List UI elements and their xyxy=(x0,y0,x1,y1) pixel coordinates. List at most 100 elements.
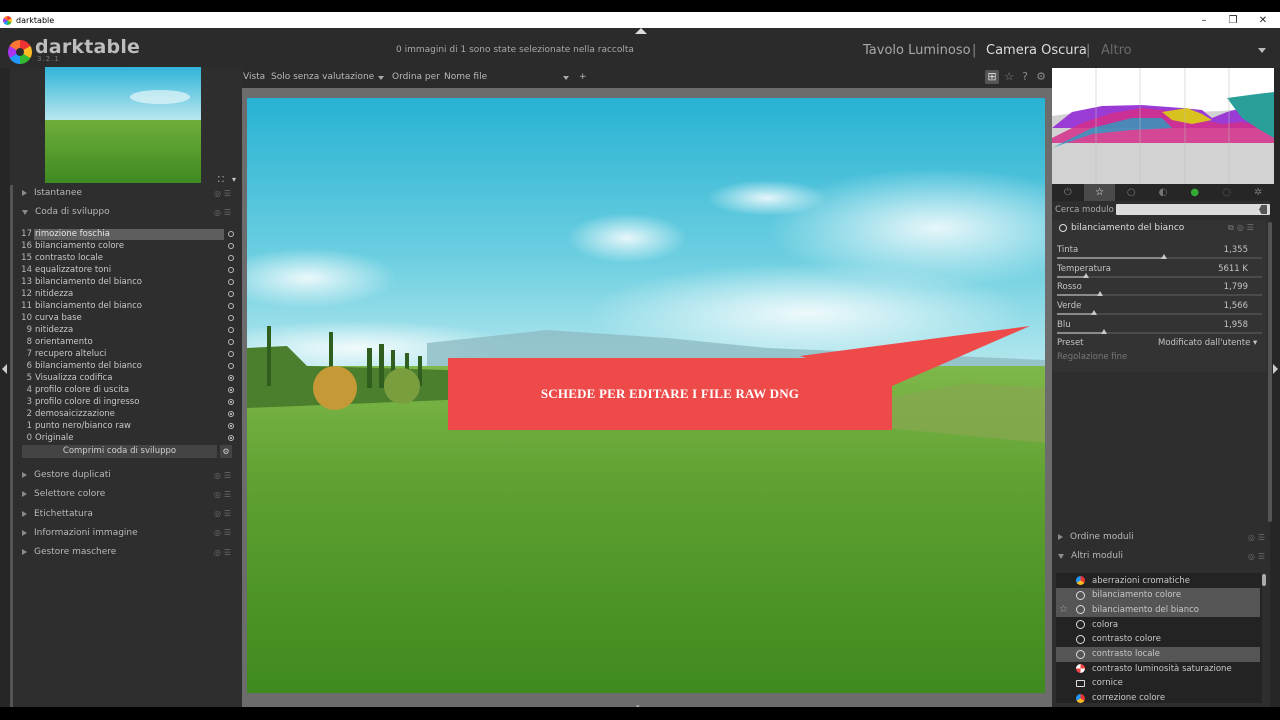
slider-track[interactable] xyxy=(1057,254,1262,259)
power-icon[interactable] xyxy=(1059,224,1067,232)
section-color-picker[interactable]: Selettore colore ◎☰ xyxy=(14,485,238,503)
history-item[interactable]: 8 orientamento xyxy=(14,336,238,348)
slider-value[interactable]: 1,958 xyxy=(1168,320,1248,330)
tone-circle-icon[interactable]: ◐ xyxy=(1147,184,1179,201)
correct-icon[interactable]: ◌ xyxy=(1211,184,1243,201)
history-item[interactable]: 4 profilo colore di uscita xyxy=(14,384,238,396)
history-item[interactable]: 6 bilanciamento del bianco xyxy=(14,360,238,372)
section-duplicate-manager[interactable]: Gestore duplicati ◎☰ xyxy=(14,466,238,484)
preset-select[interactable]: Modificato dall'utente ▾ xyxy=(1158,338,1257,348)
slider-handle[interactable] xyxy=(1160,254,1167,259)
section-reset-icons[interactable]: ◎☰ xyxy=(214,548,234,557)
module-list-item[interactable]: bilanciamento colore xyxy=(1056,587,1260,603)
left-border[interactable] xyxy=(0,68,10,707)
module-header[interactable]: bilanciamento del bianco xyxy=(1059,223,1184,233)
collapse-right-icon[interactable] xyxy=(1273,364,1278,374)
section-snapshots[interactable]: Istantanee ◎☰ xyxy=(14,184,238,202)
section-reset-icons[interactable]: ◎☰ xyxy=(214,509,234,518)
chevron-down-icon[interactable] xyxy=(1258,48,1266,53)
collapse-left-icon[interactable] xyxy=(2,364,7,374)
slider-value[interactable]: 1,355 xyxy=(1168,245,1248,255)
history-item[interactable]: 17 rimozione foschia xyxy=(14,228,238,240)
rating-filter-select[interactable]: Solo senza valutazione xyxy=(271,72,374,82)
history-item[interactable]: 7 recupero alteluci xyxy=(14,348,238,360)
history-item[interactable]: 13 bilanciamento del bianco xyxy=(14,276,238,288)
section-reset-icons[interactable]: ◎☰ xyxy=(214,189,234,198)
module-list-item[interactable]: cornice xyxy=(1056,676,1260,691)
section-reset-icons[interactable]: ◎☰ xyxy=(214,528,234,537)
slider-track[interactable] xyxy=(1057,291,1262,297)
module-search-input[interactable] xyxy=(1116,204,1270,215)
sort-select[interactable]: Nome file xyxy=(444,72,487,82)
list-scrollbar[interactable] xyxy=(1262,574,1266,586)
section-reset-icons[interactable]: ◎☰ xyxy=(1248,552,1268,561)
image-thumbnail[interactable] xyxy=(45,67,201,183)
history-create-style-icon[interactable]: ⚙ xyxy=(220,445,232,458)
section-tagging[interactable]: Etichettatura ◎☰ xyxy=(14,505,238,523)
slider-value[interactable]: 1,799 xyxy=(1168,282,1248,292)
star-icon[interactable]: ☆ xyxy=(1002,70,1016,84)
module-list-item[interactable]: contrasto locale xyxy=(1056,646,1260,662)
section-reset-icons[interactable]: ◎☰ xyxy=(214,490,234,499)
history-item[interactable]: 1 punto nero/bianco raw xyxy=(14,420,238,432)
help-icon[interactable]: ? xyxy=(1018,70,1032,84)
favorites-star-icon[interactable]: ☆ xyxy=(1083,184,1116,201)
slider-handle[interactable] xyxy=(1090,310,1097,316)
section-more-modules[interactable]: Altri moduli ◎☰ xyxy=(1052,547,1270,565)
slider-value[interactable]: 5611 K xyxy=(1168,264,1248,274)
compress-history-button[interactable]: Comprimi coda di sviluppo xyxy=(22,445,217,458)
history-item[interactable]: 10 curva base xyxy=(14,312,238,324)
history-item[interactable]: 5 Visualizza codifica xyxy=(14,372,238,384)
slider-value[interactable]: 1,566 xyxy=(1168,301,1248,311)
close-button[interactable]: ✕ xyxy=(1250,12,1276,28)
section-reset-icons[interactable]: ◎☰ xyxy=(1248,533,1268,542)
sort-direction-toggle[interactable]: + xyxy=(579,72,587,82)
right-panel-scrollbar[interactable] xyxy=(1268,222,1272,522)
slider-handle[interactable] xyxy=(1097,291,1104,297)
maximize-button[interactable]: ❐ xyxy=(1220,12,1246,28)
slider-handle[interactable] xyxy=(1101,328,1108,334)
module-list-item[interactable]: colora xyxy=(1056,617,1260,632)
clear-icon[interactable] xyxy=(1259,205,1267,214)
section-mask-manager[interactable]: Gestore maschere ◎☰ xyxy=(14,543,238,561)
chevron-down-icon[interactable] xyxy=(563,76,569,80)
history-item[interactable]: 16 bilanciamento colore xyxy=(14,240,238,252)
history-item[interactable]: 15 contrasto locale xyxy=(14,252,238,264)
chevron-down-icon[interactable]: ▾ xyxy=(232,175,236,184)
slider-track[interactable] xyxy=(1057,310,1262,316)
history-item[interactable]: 0 Originale xyxy=(14,432,238,444)
slider-track[interactable] xyxy=(1057,272,1262,278)
section-reset-icons[interactable]: ◎☰ xyxy=(214,208,234,217)
module-list-item[interactable]: contrasto colore xyxy=(1056,632,1260,647)
module-header-icons[interactable]: ⧉◎☰ xyxy=(1228,223,1257,233)
module-list-item[interactable]: correzione colore xyxy=(1056,691,1260,706)
section-image-info[interactable]: Informazioni immagine ◎☰ xyxy=(14,524,238,542)
collapse-top-panel-icon[interactable] xyxy=(635,28,647,34)
history-item[interactable]: 3 profilo colore di ingresso xyxy=(14,396,238,408)
history-item[interactable]: 9 nitidezza xyxy=(14,324,238,336)
chevron-down-icon[interactable] xyxy=(378,76,384,80)
module-list-item[interactable]: aberrazioni cromatiche xyxy=(1056,573,1260,588)
effects-icon[interactable]: ✲ xyxy=(1242,184,1274,201)
history-item[interactable]: 14 equalizzatore toni xyxy=(14,264,238,276)
history-item[interactable]: 11 bilanciamento del bianco xyxy=(14,300,238,312)
power-icon[interactable]: ⏻ xyxy=(1052,184,1084,201)
history-item[interactable]: 2 demosaicizzazione xyxy=(14,408,238,420)
module-list-item[interactable]: contrasto luminosità saturazione xyxy=(1056,661,1260,676)
gear-icon[interactable]: ⚙ xyxy=(1034,70,1048,84)
grid-icon[interactable]: ⊞ xyxy=(985,70,999,84)
favorite-star-icon[interactable]: ☆ xyxy=(1059,604,1068,615)
view-lighttable[interactable]: Tavolo Luminoso xyxy=(863,43,971,58)
view-other[interactable]: Altro xyxy=(1101,43,1132,58)
history-item[interactable]: 12 nitidezza xyxy=(14,288,238,300)
slider-track[interactable] xyxy=(1057,328,1262,334)
view-darkroom[interactable]: Camera Oscura xyxy=(986,43,1087,58)
basic-circle-icon[interactable]: ○ xyxy=(1115,184,1147,201)
section-reset-icons[interactable]: ◎☰ xyxy=(214,471,234,480)
slider-handle[interactable] xyxy=(1082,272,1089,278)
module-list-item[interactable]: ☆ bilanciamento del bianco xyxy=(1056,602,1260,618)
section-module-order[interactable]: Ordine moduli ◎☰ xyxy=(1052,528,1270,546)
minimize-button[interactable]: – xyxy=(1191,12,1217,28)
section-history[interactable]: Coda di sviluppo ◎☰ xyxy=(14,203,238,221)
color-rgb-icon[interactable]: ● xyxy=(1179,184,1211,201)
